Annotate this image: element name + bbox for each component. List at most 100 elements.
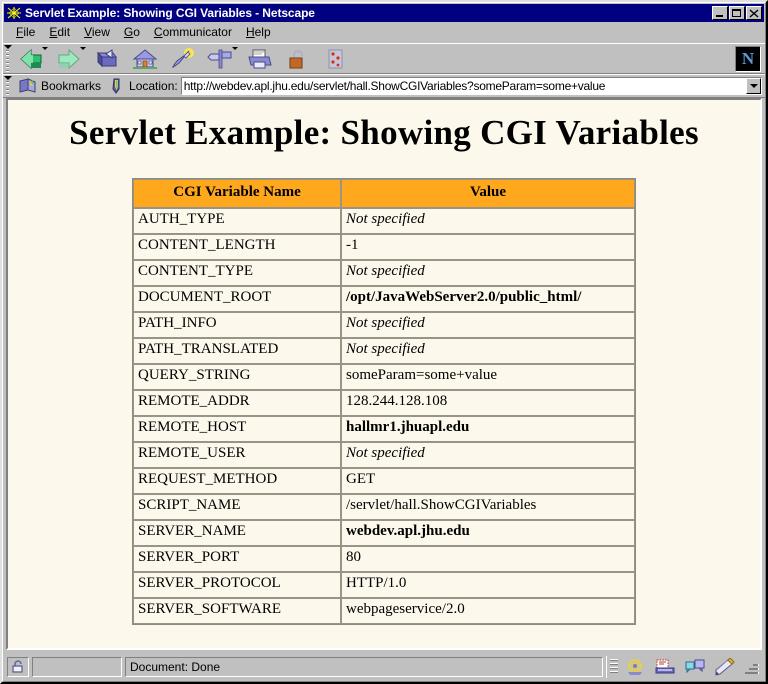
cgi-variable-name-cell: PATH_TRANSLATED xyxy=(133,337,341,364)
collapse-triangle-icon xyxy=(3,44,12,49)
stop-button[interactable] xyxy=(316,44,354,73)
cgi-variable-name-cell: SERVER_PROTOCOL xyxy=(133,571,341,598)
cgi-variable-value-cell: Not specified xyxy=(341,207,635,234)
menu-go[interactable]: Go xyxy=(117,23,147,41)
browser-window-inner: Servlet Example: Showing CGI Variables -… xyxy=(2,2,766,682)
menu-view[interactable]: View xyxy=(77,23,117,41)
guide-signpost-icon xyxy=(207,49,232,68)
menu-edit[interactable]: Edit xyxy=(42,23,77,41)
forward-button[interactable] xyxy=(50,44,88,73)
title-bar[interactable]: Servlet Example: Showing CGI Variables -… xyxy=(4,4,764,22)
page-proxy-icon xyxy=(112,78,120,94)
component-navigator[interactable] xyxy=(622,657,648,677)
table-row: SERVER_PROTOCOL HTTP/1.0 xyxy=(133,571,635,598)
table-row: SCRIPT_NAME/servlet/hall.ShowCGIVariable… xyxy=(133,493,635,520)
window-title: Servlet Example: Showing CGI Variables -… xyxy=(25,6,315,20)
search-flashlight-icon xyxy=(172,47,194,68)
netscape-logo-button[interactable]: N xyxy=(735,45,761,72)
cgi-variable-name-cell: DOCUMENT_ROOT xyxy=(133,285,341,312)
print-button[interactable] xyxy=(240,44,278,73)
navigator-steering-icon xyxy=(628,658,642,675)
table-row: AUTH_TYPE Not specified xyxy=(133,207,635,234)
security-status-button[interactable] xyxy=(7,656,29,677)
cgi-variable-value-cell: Not specified xyxy=(341,441,635,468)
security-button[interactable] xyxy=(278,44,316,73)
component-mailbox[interactable] xyxy=(652,657,678,677)
bookmark-ribbon-icon xyxy=(19,78,36,93)
search-button[interactable] xyxy=(164,44,202,73)
netscape-n-icon: N xyxy=(741,49,755,68)
component-bar-grip[interactable] xyxy=(610,658,618,675)
location-proxy[interactable]: Location: xyxy=(105,77,178,95)
cgi-variables-table: CGI Variable Name Value AUTH_TYPE Not spe… xyxy=(132,177,636,625)
netscape-document-icon xyxy=(6,6,22,20)
back-arrow-icon xyxy=(20,48,42,69)
location-toolbar-grip[interactable] xyxy=(3,75,12,98)
cgi-variable-name-cell: CONTENT_TYPE xyxy=(133,259,341,286)
guide-button[interactable] xyxy=(202,44,240,73)
maximize-button[interactable] xyxy=(729,6,745,20)
cgi-variable-value-cell: Not specified xyxy=(341,337,635,364)
printer-icon xyxy=(248,49,272,68)
menu-bar: File Edit View Go Communicator Help xyxy=(3,22,765,43)
table-row: PATH_TRANSLATED Not specified xyxy=(133,337,635,364)
toolbar-grip[interactable] xyxy=(3,44,12,74)
mailbox-inbox-icon xyxy=(655,659,675,673)
back-dropdown-icon[interactable] xyxy=(42,47,48,50)
back-button[interactable] xyxy=(12,44,50,73)
cgi-variable-value-cell: Not specified xyxy=(341,311,635,338)
cgi-variable-value-cell: 80 xyxy=(341,545,635,572)
minimize-button[interactable] xyxy=(712,6,728,20)
url-input[interactable]: http://webdev.apl.jhu.edu/servlet/hall.S… xyxy=(180,77,762,95)
unlocked-padlock-icon xyxy=(12,660,23,673)
cgi-variable-name-cell: PATH_INFO xyxy=(133,311,341,338)
page-title: Servlet Example: Showing CGI Variables xyxy=(69,113,699,152)
cgi-variable-name-cell: QUERY_STRING xyxy=(133,363,341,390)
column-header-value: Value xyxy=(341,178,635,208)
table-body: AUTH_TYPE Not specified CONTENT_LENGTH -1 CO… xyxy=(133,207,635,624)
cgi-variable-name-cell: REMOTE_USER xyxy=(133,441,341,468)
status-message: Document: Done xyxy=(125,656,603,677)
padlock-icon xyxy=(289,49,304,68)
table-row: REMOTE_ADDR 128.244.128.108 xyxy=(133,389,635,416)
location-toolbar: Bookmarks Location: http://webdev.apl.jh… xyxy=(3,74,765,98)
table-row: DOCUMENT_ROOT/opt/JavaWebServer2.0/publi… xyxy=(133,285,635,312)
component-composer[interactable] xyxy=(712,657,738,677)
menu-file[interactable]: File xyxy=(9,23,42,41)
menu-help[interactable]: Help xyxy=(239,23,278,41)
cgi-variable-name-cell: AUTH_TYPE xyxy=(133,207,341,234)
html-document: Servlet Example: Showing CGI Variables C… xyxy=(8,100,760,648)
cgi-variable-value-cell: 128.244.128.108 xyxy=(341,389,635,416)
column-header-name: CGI Variable Name xyxy=(133,178,341,208)
cgi-variable-value-cell: someParam=some+value xyxy=(341,363,635,390)
table-row: CONTENT_LENGTH -1 xyxy=(133,233,635,260)
window-controls xyxy=(712,6,762,20)
cgi-variable-value-cell: Not specified xyxy=(341,259,635,286)
guide-dropdown-icon[interactable] xyxy=(232,47,238,50)
url-text[interactable]: http://webdev.apl.jhu.edu/servlet/hall.S… xyxy=(182,79,746,93)
table-row: REMOTE_USER Not specified xyxy=(133,441,635,468)
status-bar: Document: Done xyxy=(5,654,763,679)
forward-arrow-icon xyxy=(58,48,80,69)
cgi-variable-name-cell: REMOTE_ADDR xyxy=(133,389,341,416)
navigation-toolbar: N xyxy=(3,43,765,74)
window-resize-grip[interactable] xyxy=(744,659,760,675)
table-row: SERVER_NAME webdev.apl.jhu.edu xyxy=(133,519,635,546)
table-row: REMOTE_HOST hallmr1.jhuapl.edu xyxy=(133,415,635,442)
collapse-triangle-icon xyxy=(3,75,12,80)
forward-dropdown-icon[interactable] xyxy=(80,47,86,50)
component-newsgroups[interactable] xyxy=(682,657,708,677)
location-label: Location: xyxy=(129,79,178,93)
progress-bar xyxy=(32,656,122,677)
cgi-variable-value-cell: webdev.apl.jhu.edu xyxy=(341,519,635,546)
cgi-variable-name-cell: REQUEST_METHOD xyxy=(133,467,341,494)
menu-communicator[interactable]: Communicator xyxy=(147,23,239,41)
url-dropdown-button[interactable] xyxy=(746,78,761,94)
bookmarks-button[interactable]: Bookmarks xyxy=(12,77,105,95)
close-button[interactable] xyxy=(746,6,762,20)
home-button[interactable] xyxy=(126,44,164,73)
grip-dots xyxy=(6,80,9,98)
bookmarks-label: Bookmarks xyxy=(41,79,102,93)
reload-button[interactable] xyxy=(88,44,126,73)
composer-pencil-icon xyxy=(715,657,735,676)
